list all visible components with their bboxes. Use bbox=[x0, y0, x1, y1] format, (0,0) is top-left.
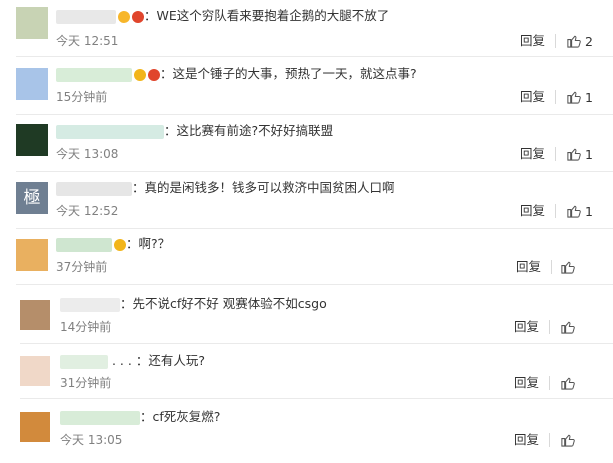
divider bbox=[551, 260, 552, 274]
avatar[interactable] bbox=[16, 7, 48, 39]
comment-text: ：这是个锤子的大事，预热了一天，就这点事? bbox=[160, 66, 417, 81]
vip-badge-icon bbox=[118, 10, 130, 23]
like-count: 1 bbox=[584, 147, 593, 162]
comment-text: . . . bbox=[108, 353, 136, 368]
username-redacted[interactable] bbox=[60, 410, 140, 425]
comment-time: 15分钟前 bbox=[56, 90, 108, 104]
username-redacted[interactable] bbox=[60, 354, 108, 369]
like-button[interactable]: 1 bbox=[566, 146, 593, 163]
username-redacted[interactable] bbox=[56, 124, 164, 139]
crown-badge-icon bbox=[132, 10, 144, 23]
avatar[interactable] bbox=[20, 356, 50, 386]
thumbs-up-icon bbox=[561, 434, 575, 447]
reply-button[interactable]: 回复 bbox=[520, 146, 545, 162]
like-count: 1 bbox=[584, 204, 593, 219]
like-button[interactable] bbox=[560, 259, 575, 276]
avatar[interactable]: 極 bbox=[16, 182, 48, 214]
thumbs-up-icon bbox=[567, 205, 581, 218]
like-count: 1 bbox=[584, 90, 593, 105]
like-button[interactable]: 1 bbox=[566, 89, 593, 106]
avatar[interactable] bbox=[20, 412, 50, 442]
comment-time: 37分钟前 bbox=[56, 260, 108, 274]
like-button[interactable] bbox=[560, 432, 575, 449]
username-redacted[interactable] bbox=[56, 9, 116, 24]
thumbs-up-icon bbox=[561, 377, 575, 390]
comment-row: ：啊?？ 37分钟前 回复 bbox=[0, 228, 613, 285]
divider-line bbox=[16, 284, 613, 285]
thumbs-up-icon bbox=[561, 261, 575, 274]
reply-button[interactable]: 回复 bbox=[520, 203, 545, 219]
divider bbox=[555, 34, 556, 48]
divider bbox=[555, 90, 556, 104]
comment-text: ：这比赛有前途?不好好搞联盟 bbox=[164, 123, 334, 138]
comment-text: ：真的是闲钱多！钱多可以救济中国贫困人口啊 bbox=[132, 180, 395, 195]
like-button[interactable] bbox=[560, 375, 575, 392]
reply-button[interactable]: 回复 bbox=[514, 432, 539, 448]
username-redacted[interactable] bbox=[56, 67, 132, 82]
avatar[interactable] bbox=[16, 124, 48, 156]
like-button[interactable]: 2 bbox=[566, 33, 593, 50]
thumbs-up-icon bbox=[567, 35, 581, 48]
like-button[interactable]: 1 bbox=[566, 203, 593, 220]
comment-row: ：cf死灰复燃? 今天 13:05 回复 bbox=[0, 398, 613, 458]
comment-text: ：先不说cf好不好 观赛体验不如csgo bbox=[120, 296, 327, 311]
comment-time: 31分钟前 bbox=[60, 376, 112, 390]
vip-badge-icon bbox=[114, 238, 126, 251]
divider bbox=[549, 376, 550, 390]
comment-text: ：cf死灰复燃? bbox=[140, 409, 221, 424]
reply-button[interactable]: 回复 bbox=[516, 259, 541, 275]
comment-time: 今天 13:05 bbox=[60, 433, 123, 447]
crown-badge-icon bbox=[148, 68, 160, 81]
thumbs-up-icon bbox=[561, 321, 575, 334]
comment-text: ：啊?？ bbox=[126, 236, 171, 251]
comment-text: ：WE这个穷队看来要抱着企鹅的大腿不放了 bbox=[144, 8, 390, 23]
username-redacted[interactable] bbox=[56, 237, 112, 252]
comment-row: ：这比赛有前途?不好好搞联盟 今天 13:08 回复 1 bbox=[0, 114, 613, 172]
comment-row: . . . ：还有人玩? 31分钟前 回复 bbox=[0, 343, 613, 399]
like-button[interactable] bbox=[560, 319, 575, 336]
avatar[interactable] bbox=[16, 239, 48, 271]
reply-button[interactable]: 回复 bbox=[520, 33, 545, 49]
comment-row: ：先不说cf好不好 观赛体验不如csgo 14分钟前 回复 bbox=[0, 288, 613, 344]
reply-button[interactable]: 回复 bbox=[520, 89, 545, 105]
comment-row: 極 ：真的是闲钱多！钱多可以救济中国贫困人口啊 今天 12:52 回复 1 bbox=[0, 171, 613, 229]
comment-time: 今天 12:51 bbox=[56, 34, 119, 48]
divider bbox=[555, 204, 556, 218]
comment-text: ：还有人玩? bbox=[135, 353, 205, 368]
avatar[interactable] bbox=[20, 300, 50, 330]
vip-badge-icon bbox=[134, 68, 146, 81]
username-redacted[interactable] bbox=[56, 181, 132, 196]
comment-time: 今天 13:08 bbox=[56, 147, 119, 161]
avatar[interactable] bbox=[16, 68, 48, 100]
divider bbox=[549, 433, 550, 447]
comment-time: 14分钟前 bbox=[60, 320, 112, 334]
divider bbox=[555, 147, 556, 161]
username-redacted[interactable] bbox=[60, 297, 120, 312]
comment-row: ：这是个锤子的大事，预热了一天，就这点事? 15分钟前 回复 1 bbox=[0, 57, 613, 115]
thumbs-up-icon bbox=[567, 91, 581, 104]
thumbs-up-icon bbox=[567, 148, 581, 161]
comment-row: ：WE这个穷队看来要抱着企鹅的大腿不放了 今天 12:51 回复 2 bbox=[0, 0, 613, 57]
like-count: 2 bbox=[584, 34, 593, 49]
comment-time: 今天 12:52 bbox=[56, 204, 119, 218]
divider bbox=[549, 320, 550, 334]
reply-button[interactable]: 回复 bbox=[514, 375, 539, 391]
reply-button[interactable]: 回复 bbox=[514, 319, 539, 335]
